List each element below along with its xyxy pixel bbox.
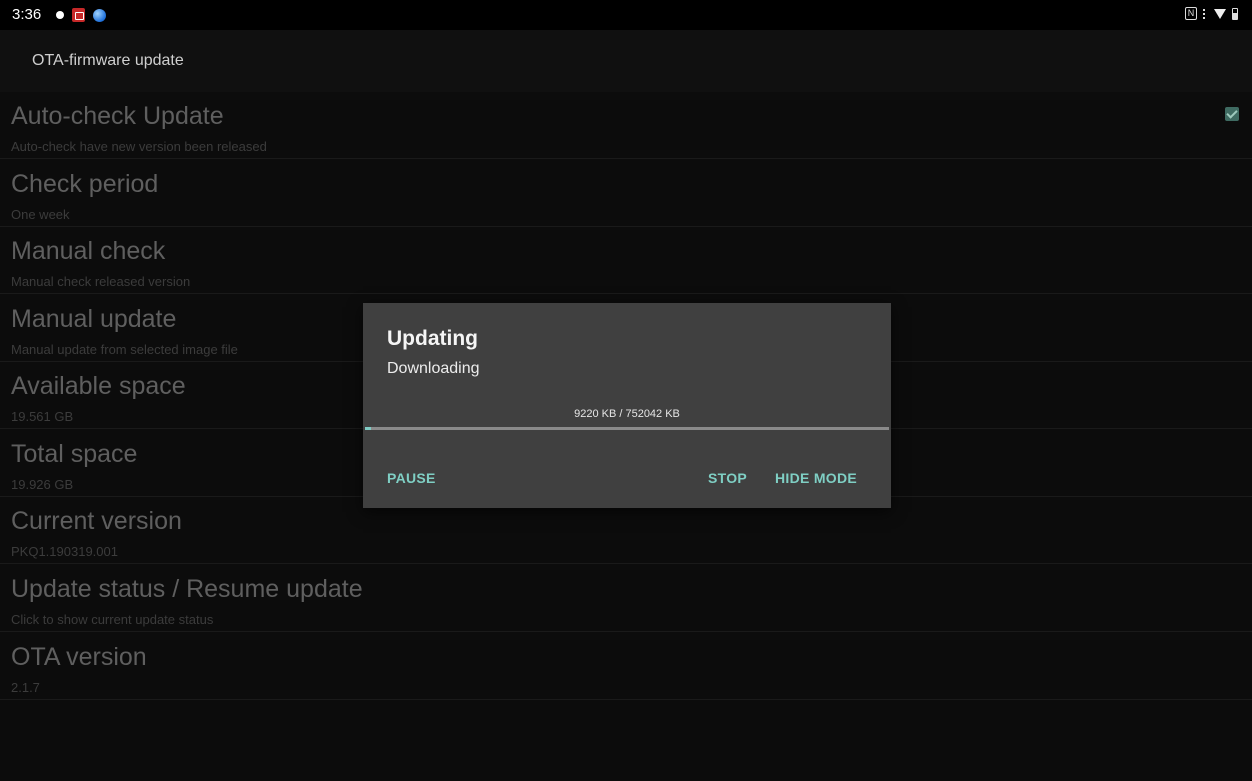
pref-title: Available space <box>11 372 186 400</box>
pref-summary: Manual check released version <box>11 274 191 289</box>
pref-update-status[interactable]: Update status / Resume update Click to s… <box>0 565 1252 632</box>
pref-auto-check-update[interactable]: Auto-check Update Auto-check have new ve… <box>0 92 1252 159</box>
dialog-title: Updating <box>387 327 478 350</box>
pref-summary: PKQ1.190319.001 <box>11 544 118 559</box>
nfc-icon: N <box>1185 7 1197 20</box>
pref-summary: Click to show current update status <box>11 612 214 627</box>
page-title: OTA-firmware update <box>32 52 184 69</box>
hide-mode-button[interactable]: HIDE MODE <box>775 470 857 486</box>
auto-check-checkbox[interactable] <box>1225 107 1239 121</box>
pref-summary: One week <box>11 207 70 222</box>
pref-title: Current version <box>11 507 182 535</box>
update-progress-dialog: Updating Downloading 9220 KB / 752042 KB… <box>363 303 891 508</box>
pref-title: Total space <box>11 440 138 468</box>
pref-title: Update status / Resume update <box>11 575 363 603</box>
status-system-icons: N <box>1185 7 1238 20</box>
pref-title: OTA version <box>11 643 147 671</box>
dialog-message: Downloading <box>387 360 480 377</box>
pause-button[interactable]: PAUSE <box>387 470 436 486</box>
status-bar: 3:36 N <box>0 0 1252 30</box>
pref-summary: Auto-check have new version been release… <box>11 139 267 154</box>
pref-title: Manual update <box>11 305 177 333</box>
pref-summary: 19.926 GB <box>11 477 74 492</box>
app-bar: OTA-firmware update <box>0 30 1252 92</box>
browser-globe-icon <box>93 8 106 22</box>
battery-icon <box>1232 7 1238 20</box>
progress-fill <box>365 427 372 430</box>
pref-title: Manual check <box>11 237 166 265</box>
pref-title: Auto-check Update <box>11 102 224 130</box>
progress-text: 9220 KB / 752042 KB <box>574 408 680 420</box>
notification-dot-icon <box>56 11 64 19</box>
stop-button[interactable]: STOP <box>708 470 747 486</box>
pref-title: Check period <box>11 170 159 198</box>
pref-manual-check[interactable]: Manual check Manual check released versi… <box>0 227 1252 294</box>
wifi-icon <box>1214 8 1226 19</box>
pdf-app-icon <box>72 8 85 22</box>
pref-check-period[interactable]: Check period One week <box>0 160 1252 227</box>
progress-bar <box>365 427 889 430</box>
status-time: 3:36 <box>12 6 42 23</box>
pref-summary: 19.561 GB <box>11 409 74 424</box>
vibrate-icon <box>1203 8 1208 19</box>
pref-summary: Manual update from selected image file <box>11 342 238 357</box>
status-notification-icons <box>56 8 106 22</box>
pref-ota-version[interactable]: OTA version 2.1.7 <box>0 633 1252 700</box>
pref-summary: 2.1.7 <box>11 680 40 695</box>
